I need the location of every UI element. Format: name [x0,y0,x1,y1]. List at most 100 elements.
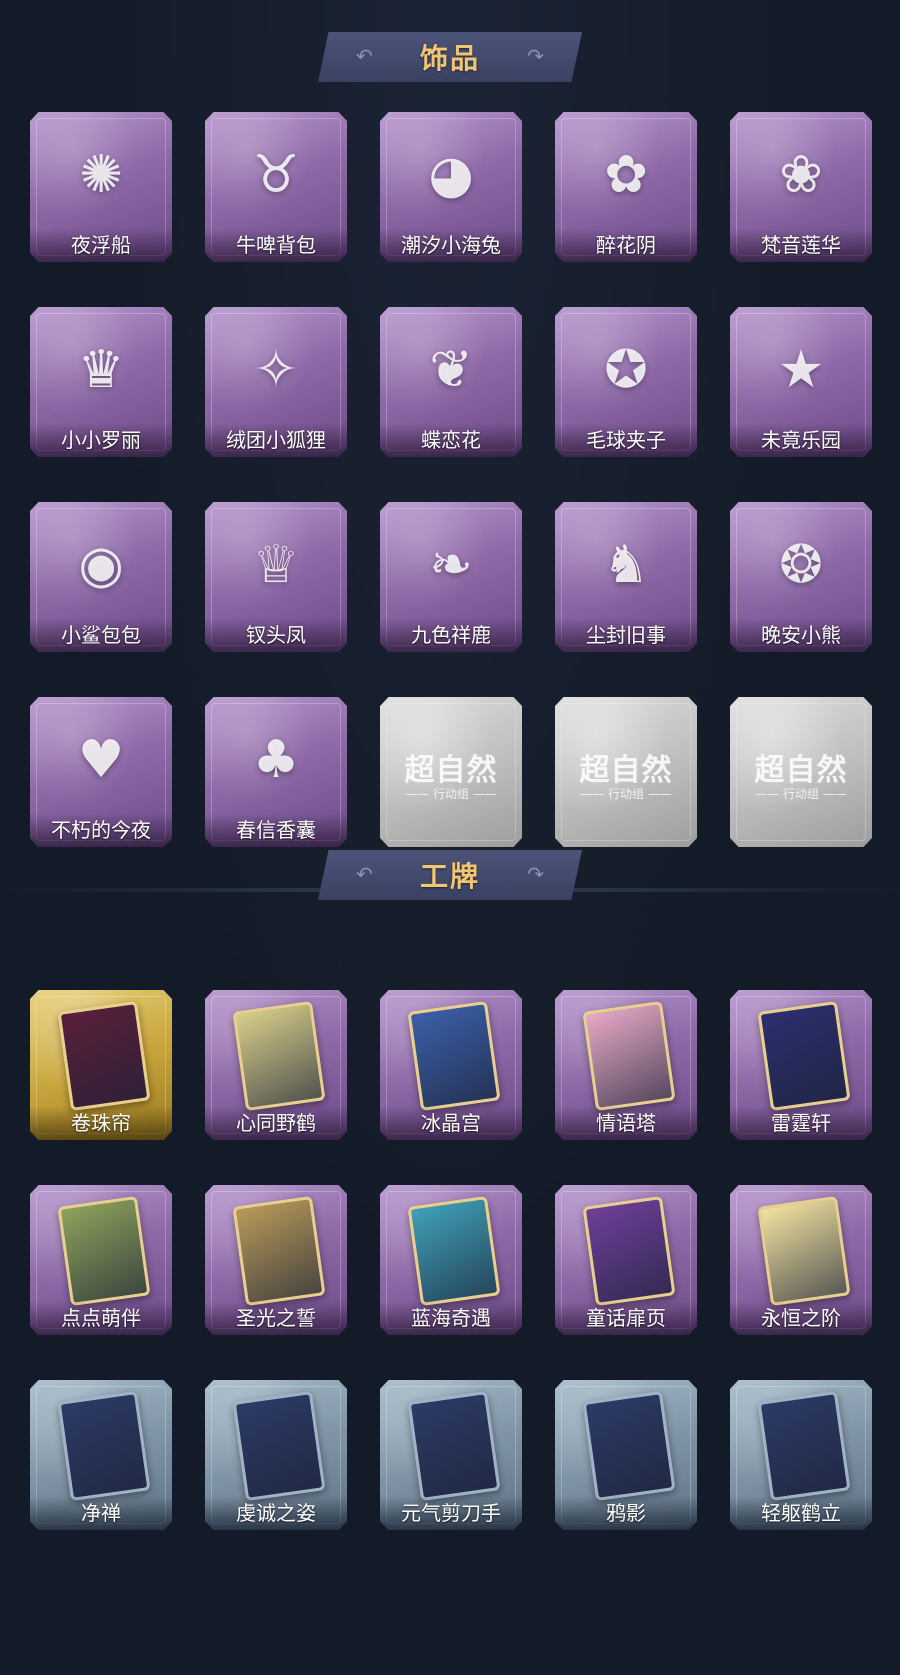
locked-watermark: 超自然 [754,753,848,788]
star-doll-icon: ★ [777,340,825,400]
item-card[interactable]: ◉ 小鲨包包 [30,502,172,652]
item-label: 钗头凤 [205,618,347,652]
badge-card-icon [407,1195,501,1307]
section-banner: ↶ 工牌 ↷ [318,850,582,900]
item-label: 虔诚之姿 [205,1496,347,1530]
item-card[interactable]: ♣ 春信香囊 [205,697,347,847]
locked-item-card[interactable]: 超自然 —— 行动组 —— [380,697,522,847]
locked-watermark: 超自然 [404,753,498,788]
item-card[interactable]: 冰晶宫 [380,990,522,1140]
item-label: 小鲨包包 [30,618,172,652]
badge-card-icon [582,1000,676,1112]
collection-page: ↶ 饰品 ↷ ✺ 夜浮船 ♉ 牛啤背包 ◕ 潮汐小海兔 ✿ 醉花阴 ❀ 梵音莲华 ♛ 小小罗丽 ✧ 绒团小… [0,0,900,1675]
badge-silhouette-icon [232,1390,326,1502]
item-card[interactable]: ♛ 小小罗丽 [30,307,172,457]
item-label: 潮汐小海兔 [380,228,522,262]
locked-item-card[interactable]: 超自然 —— 行动组 —— [730,697,872,847]
cow-mug-icon: ♉ [252,145,300,205]
badge-card-icon [582,1195,676,1307]
locked-item-card[interactable]: 超自然 —— 行动组 —— [555,697,697,847]
item-card[interactable]: ❧ 九色祥鹿 [380,502,522,652]
jellyfish-icon: ✺ [79,145,123,205]
item-label: 净禅 [30,1496,172,1530]
item-label: 童话扉页 [555,1301,697,1335]
item-card[interactable]: 童话扉页 [555,1185,697,1335]
item-card[interactable]: 雷霆轩 [730,990,872,1140]
item-card[interactable]: ♕ 钗头凤 [205,502,347,652]
raccoon-clip-icon: ✪ [604,340,648,400]
badge-silhouette-icon [407,1390,501,1502]
item-label: 冰晶宫 [380,1106,522,1140]
badge-card-icon [757,1195,851,1307]
item-card[interactable]: ❂ 晚安小熊 [730,502,872,652]
item-label: 轻躯鹤立 [730,1496,872,1530]
banner-deco-left-icon: ↶ [356,44,373,68]
item-label: 元气剪刀手 [380,1496,522,1530]
badge-card-icon [407,1000,501,1112]
item-label: 未竟乐园 [730,423,872,457]
item-label: 卷珠帘 [30,1106,172,1140]
item-card[interactable]: 虔诚之姿 [205,1380,347,1530]
item-card[interactable]: ✺ 夜浮船 [30,112,172,262]
shark-bag-icon: ◉ [78,535,124,595]
item-label: 尘封旧事 [555,618,697,652]
fox-plush-icon: ✧ [254,340,298,400]
item-label: 蝶恋花 [380,423,522,457]
badge-card-icon [757,1000,851,1112]
item-label: 不朽的今夜 [30,813,172,847]
item-card[interactable]: ★ 未竟乐园 [730,307,872,457]
item-label: 圣光之誓 [205,1301,347,1335]
item-card[interactable]: 元气剪刀手 [380,1380,522,1530]
badge-silhouette-icon [582,1390,676,1502]
badge-card-icon [232,1195,326,1307]
item-card[interactable]: 圣光之誓 [205,1185,347,1335]
doll-girl-icon: ♛ [77,340,125,400]
boy-keychain-icon: ♞ [602,535,650,595]
item-label: 情语塔 [555,1106,697,1140]
section-title: 饰品 [419,42,480,75]
badge-silhouette-icon [57,1390,151,1502]
item-card[interactable]: ✪ 毛球夹子 [555,307,697,457]
sachet-icon: ♣ [252,730,300,790]
lotus-doll-icon: ❀ [779,145,823,205]
item-card[interactable]: 净禅 [30,1380,172,1530]
item-card[interactable]: ❦ 蝶恋花 [380,307,522,457]
cat-bowl-icon: ♥ [77,730,125,790]
locked-watermark-sub: —— 行动组 —— [755,787,847,801]
item-card[interactable]: 蓝海奇遇 [380,1185,522,1335]
item-card[interactable]: 点点萌伴 [30,1185,172,1335]
item-label: 蓝海奇遇 [380,1301,522,1335]
item-label: 小小罗丽 [30,423,172,457]
item-label: 心同野鹤 [205,1106,347,1140]
item-card[interactable]: ♞ 尘封旧事 [555,502,697,652]
item-card[interactable]: ✧ 绒团小狐狸 [205,307,347,457]
badge-card-icon [57,1195,151,1307]
item-label: 毛球夹子 [555,423,697,457]
item-label: 梵音莲华 [730,228,872,262]
accessories-section: ↶ 饰品 ↷ ✺ 夜浮船 ♉ 牛啤背包 ◕ 潮汐小海兔 ✿ 醉花阴 ❀ 梵音莲华 ♛ 小小罗丽 ✧ 绒团小… [0,0,900,890]
badge-card-icon [57,1000,151,1112]
badge-silhouette-icon [757,1390,851,1502]
deer-charm-icon: ❧ [429,535,473,595]
section-title: 工牌 [419,860,480,893]
flower-ornament-icon: ✿ [604,145,648,205]
item-card[interactable]: 鸦影 [555,1380,697,1530]
item-card[interactable]: 心同野鹤 [205,990,347,1140]
item-label: 绒团小狐狸 [205,423,347,457]
item-card[interactable]: 永恒之阶 [730,1185,872,1335]
item-card[interactable]: 卷珠帘 [30,990,172,1140]
item-label: 夜浮船 [30,228,172,262]
item-label: 雷霆轩 [730,1106,872,1140]
item-card[interactable]: ♥ 不朽的今夜 [30,697,172,847]
banner-deco-left-icon: ↶ [356,862,373,886]
banner-deco-right-icon: ↷ [527,44,544,68]
item-card[interactable]: 情语塔 [555,990,697,1140]
item-card[interactable]: ♉ 牛啤背包 [205,112,347,262]
accessories-grid: ✺ 夜浮船 ♉ 牛啤背包 ◕ 潮汐小海兔 ✿ 醉花阴 ❀ 梵音莲华 ♛ 小小罗丽 ✧ 绒团小狐狸 ❦ 蝶恋花 ✪… [30,112,872,847]
section-banner: ↶ 饰品 ↷ [318,32,582,82]
item-card[interactable]: ✿ 醉花阴 [555,112,697,262]
item-card[interactable]: 轻躯鹤立 [730,1380,872,1530]
locked-watermark: 超自然 [579,753,673,788]
item-card[interactable]: ◕ 潮汐小海兔 [380,112,522,262]
item-card[interactable]: ❀ 梵音莲华 [730,112,872,262]
